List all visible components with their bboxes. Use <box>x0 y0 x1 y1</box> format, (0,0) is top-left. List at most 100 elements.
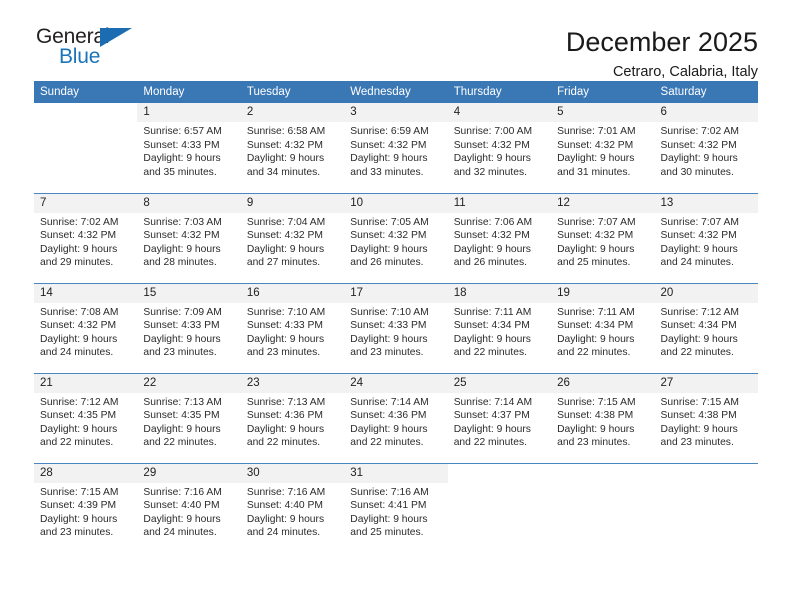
weekday-header-sunday: Sunday <box>34 81 138 103</box>
sunset-text: Sunset: 4:34 PM <box>557 320 634 332</box>
day-cell-inner: 14 Sunrise: 7:08 AM Sunset: 4:32 PM Dayligh… <box>34 283 138 373</box>
calendar-day-cell[interactable]: 9 Sunrise: 7:04 AM Sunset: 4:32 PM Daylight… <box>240 192 345 283</box>
day-cell-inner: 26 Sunrise: 7:15 AM Sunset: 4:38 PM Dayligh… <box>551 373 655 463</box>
day-detail-lines: Sunrise: 7:08 AM Sunset: 4:32 PM Daylight:… <box>34 303 137 360</box>
day-number: 7 <box>34 193 138 213</box>
calendar-day-cell[interactable]: 27 Sunrise: 7:15 AM Sunset: 4:38 PM Dayligh… <box>654 372 758 463</box>
day-number: 1 <box>137 103 241 122</box>
sunrise-text: Sunrise: 7:15 AM <box>40 486 119 498</box>
daylight-text-line2: and 23 minutes. <box>40 527 114 539</box>
calendar-day-cell[interactable]: 13 Sunrise: 7:07 AM Sunset: 4:32 PM Dayligh… <box>654 192 758 283</box>
sunrise-text: Sunrise: 7:14 AM <box>350 396 429 408</box>
sunset-text: Sunset: 4:40 PM <box>246 500 323 512</box>
calendar-day-cell[interactable]: 10 Sunrise: 7:05 AM Sunset: 4:32 PM Dayligh… <box>344 192 448 283</box>
day-cell-inner: 17 Sunrise: 7:10 AM Sunset: 4:33 PM Dayligh… <box>344 283 448 373</box>
day-cell-inner: 1 Sunrise: 6:57 AM Sunset: 4:33 PM Daylight… <box>137 103 241 193</box>
sunset-text: Sunset: 4:32 PM <box>40 230 117 242</box>
calendar-day-cell[interactable]: 25 Sunrise: 7:14 AM Sunset: 4:37 PM Dayligh… <box>447 372 552 463</box>
sunrise-text: Sunrise: 7:16 AM <box>350 486 429 498</box>
calendar-day-cell[interactable]: 22 Sunrise: 7:13 AM Sunset: 4:35 PM Dayligh… <box>137 372 241 463</box>
calendar-day-cell[interactable]: 26 Sunrise: 7:15 AM Sunset: 4:38 PM Dayligh… <box>551 372 655 463</box>
daylight-text-line1: Daylight: 9 hours <box>350 153 428 165</box>
calendar-day-cell[interactable]: 1 Sunrise: 6:57 AM Sunset: 4:33 PM Daylight… <box>137 103 241 193</box>
calendar-day-cell[interactable]: 19 Sunrise: 7:11 AM Sunset: 4:34 PM Dayligh… <box>551 282 655 373</box>
calendar-day-cell[interactable]: 15 Sunrise: 7:09 AM Sunset: 4:33 PM Dayligh… <box>137 282 241 373</box>
logo-text-blue: Blue <box>59 45 101 68</box>
day-detail-lines: Sunrise: 7:12 AM Sunset: 4:35 PM Daylight:… <box>34 393 137 450</box>
day-detail-lines: Sunrise: 7:16 AM Sunset: 4:40 PM Daylight:… <box>137 483 240 540</box>
calendar-day-cell[interactable]: 18 Sunrise: 7:11 AM Sunset: 4:34 PM Dayligh… <box>447 282 552 373</box>
sunset-text: Sunset: 4:32 PM <box>350 230 427 242</box>
day-number: 31 <box>344 463 448 483</box>
calendar-day-cell[interactable]: 31 Sunrise: 7:16 AM Sunset: 4:41 PM Dayligh… <box>344 462 448 553</box>
calendar-day-cell[interactable]: 21 Sunrise: 7:12 AM Sunset: 4:35 PM Dayligh… <box>34 372 138 463</box>
sunset-text: Sunset: 4:35 PM <box>143 410 220 422</box>
sunset-text: Sunset: 4:32 PM <box>453 139 530 151</box>
sunrise-text: Sunrise: 7:13 AM <box>143 396 222 408</box>
calendar-day-cell[interactable]: 16 Sunrise: 7:10 AM Sunset: 4:33 PM Dayligh… <box>240 282 345 373</box>
sunset-text: Sunset: 4:32 PM <box>40 320 117 332</box>
sunrise-text: Sunrise: 6:59 AM <box>350 126 429 137</box>
day-cell-inner: 11 Sunrise: 7:06 AM Sunset: 4:32 PM Dayligh… <box>447 193 552 283</box>
daylight-text-line1: Daylight: 9 hours <box>143 423 221 435</box>
day-cell-inner: 28 Sunrise: 7:15 AM Sunset: 4:39 PM Dayligh… <box>34 463 138 554</box>
day-number: 2 <box>240 103 345 122</box>
daylight-text-line2: and 24 minutes. <box>660 257 734 269</box>
day-cell-inner: 24 Sunrise: 7:14 AM Sunset: 4:36 PM Dayligh… <box>344 373 448 463</box>
sunrise-text: Sunrise: 7:10 AM <box>350 306 429 318</box>
daylight-text-line1: Daylight: 9 hours <box>453 153 531 165</box>
calendar-day-cell[interactable]: 29 Sunrise: 7:16 AM Sunset: 4:40 PM Dayligh… <box>137 462 241 553</box>
daylight-text-line1: Daylight: 9 hours <box>143 333 221 345</box>
daylight-text-line2: and 28 minutes. <box>143 257 217 269</box>
day-number: 13 <box>654 193 758 213</box>
calendar-day-cell[interactable]: 4 Sunrise: 7:00 AM Sunset: 4:32 PM Daylight… <box>447 103 552 193</box>
daylight-text-line2: and 22 minutes. <box>40 437 114 449</box>
calendar-day-cell[interactable]: 2 Sunrise: 6:58 AM Sunset: 4:32 PM Daylight… <box>240 103 345 193</box>
calendar-day-cell[interactable]: 7 Sunrise: 7:02 AM Sunset: 4:32 PM Daylight… <box>34 192 138 283</box>
day-number: 11 <box>447 193 552 213</box>
calendar-day-cell[interactable]: 24 Sunrise: 7:14 AM Sunset: 4:36 PM Dayligh… <box>344 372 448 463</box>
calendar-header-row: Sunday Monday Tuesday Wednesday Thursday Frid… <box>34 81 758 103</box>
calendar-day-cell[interactable]: 6 Sunrise: 7:02 AM Sunset: 4:32 PM Daylight… <box>654 103 758 193</box>
calendar-day-cell[interactable]: 28 Sunrise: 7:15 AM Sunset: 4:39 PM Dayligh… <box>34 462 138 554</box>
general-blue-logo[interactable]: General Blue <box>34 26 144 74</box>
calendar-day-cell[interactable]: 3 Sunrise: 6:59 AM Sunset: 4:32 PM Daylight… <box>344 103 448 193</box>
sunrise-text: Sunrise: 7:12 AM <box>40 396 119 408</box>
logo-text-general: General <box>36 25 110 48</box>
calendar-day-cell[interactable]: 30 Sunrise: 7:16 AM Sunset: 4:40 PM Dayligh… <box>240 462 345 553</box>
sunset-text: Sunset: 4:32 PM <box>557 139 634 151</box>
day-detail-lines: Sunrise: 7:15 AM Sunset: 4:38 PM Daylight:… <box>655 393 758 450</box>
calendar-day-cell[interactable]: 5 Sunrise: 7:01 AM Sunset: 4:32 PM Daylight… <box>551 103 655 193</box>
sunrise-text: Sunrise: 7:01 AM <box>557 126 636 137</box>
daylight-text-line1: Daylight: 9 hours <box>557 243 635 255</box>
sunset-text: Sunset: 4:34 PM <box>660 320 737 332</box>
day-cell-inner: 23 Sunrise: 7:13 AM Sunset: 4:36 PM Dayligh… <box>240 373 345 463</box>
calendar-day-cell[interactable]: 11 Sunrise: 7:06 AM Sunset: 4:32 PM Dayligh… <box>447 192 552 283</box>
title-block: December 2025 Cetraro, Calabria, Italy <box>566 26 758 82</box>
calendar-day-cell[interactable]: 20 Sunrise: 7:12 AM Sunset: 4:34 PM Dayligh… <box>654 282 758 373</box>
day-cell-inner <box>654 463 758 554</box>
sunset-text: Sunset: 4:37 PM <box>453 410 530 422</box>
daylight-text-line2: and 32 minutes. <box>453 166 527 178</box>
day-number: 15 <box>137 283 241 303</box>
day-detail-lines: Sunrise: 7:07 AM Sunset: 4:32 PM Daylight:… <box>655 213 758 270</box>
sunset-text: Sunset: 4:32 PM <box>660 139 737 151</box>
sunrise-text: Sunrise: 7:15 AM <box>660 396 739 408</box>
calendar-day-cell[interactable]: 8 Sunrise: 7:03 AM Sunset: 4:32 PM Daylight… <box>137 192 241 283</box>
day-detail-lines <box>448 483 551 486</box>
sunrise-text: Sunrise: 7:11 AM <box>557 306 635 318</box>
sunrise-text: Sunrise: 7:02 AM <box>660 126 739 137</box>
logo-triangle-icon <box>100 28 132 47</box>
calendar-day-cell[interactable]: 23 Sunrise: 7:13 AM Sunset: 4:36 PM Dayligh… <box>240 372 345 463</box>
sunrise-text: Sunrise: 7:11 AM <box>453 306 532 318</box>
daylight-text-line2: and 25 minutes. <box>557 257 631 269</box>
sunrise-text: Sunrise: 7:07 AM <box>660 216 739 228</box>
sunset-text: Sunset: 4:33 PM <box>246 320 323 332</box>
daylight-text-line1: Daylight: 9 hours <box>557 423 635 435</box>
calendar-day-cell[interactable]: 14 Sunrise: 7:08 AM Sunset: 4:32 PM Dayligh… <box>34 282 138 373</box>
weekday-header-wednesday: Wednesday <box>344 81 448 103</box>
calendar-week-row: 1 Sunrise: 6:57 AM Sunset: 4:33 PM Daylight… <box>34 103 758 193</box>
weekday-header-monday: Monday <box>137 81 241 103</box>
calendar-day-cell[interactable]: 17 Sunrise: 7:10 AM Sunset: 4:33 PM Dayligh… <box>344 282 448 373</box>
calendar-day-cell[interactable]: 12 Sunrise: 7:07 AM Sunset: 4:32 PM Dayligh… <box>551 192 655 283</box>
